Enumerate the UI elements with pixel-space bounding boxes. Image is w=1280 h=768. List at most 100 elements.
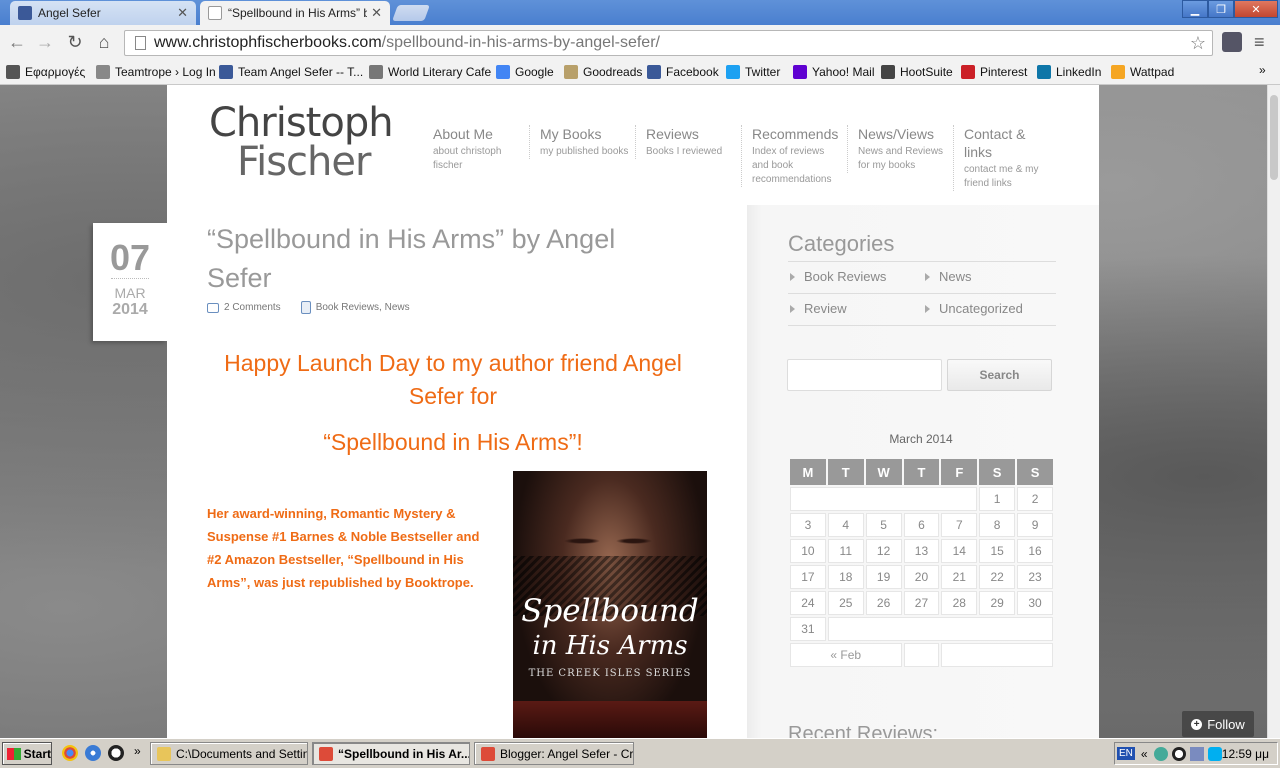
start-button[interactable]: Start	[2, 742, 52, 765]
restore-button[interactable]: ❐	[1208, 0, 1234, 18]
bookmark-item[interactable]: World Literary Cafe	[369, 63, 491, 81]
category-book-reviews[interactable]: Book Reviews	[790, 269, 886, 284]
windows-taskbar: Start » C:\Documents and Settin... “Spell…	[0, 738, 1280, 768]
sidebar: Categories Book Reviews News Review Unca…	[747, 205, 1099, 738]
plus-icon: +	[1191, 718, 1203, 730]
nav-news-views[interactable]: News/Views News and Reviews for my books	[847, 125, 947, 173]
bookmark-item[interactable]: LinkedIn	[1037, 63, 1101, 81]
extension-icon[interactable]	[1222, 32, 1242, 52]
google-icon	[496, 65, 510, 79]
calendar-prev-month-link[interactable]: « Feb	[790, 643, 902, 667]
category-uncategorized[interactable]: Uncategorized	[925, 301, 1023, 316]
address-bar[interactable]: www.christophfischerbooks.com/spellbound…	[124, 30, 1213, 56]
book-cover-image[interactable]: Spellbound in His Arms THE CREEK ISLES S…	[513, 471, 707, 738]
divider	[111, 278, 149, 279]
tray-overflow-button[interactable]: «	[1141, 747, 1148, 761]
page-scrollbar[interactable]	[1267, 85, 1280, 738]
star-icon[interactable]: ☆	[1190, 33, 1206, 54]
calendar-day: 15	[979, 539, 1016, 563]
category-news[interactable]: News	[925, 269, 972, 284]
bookmark-item[interactable]: Twitter	[726, 63, 780, 81]
calendar-day: 28	[941, 591, 978, 615]
comments-link[interactable]: 2 Comments	[224, 302, 281, 313]
taskbar-button[interactable]: C:\Documents and Settin...	[150, 742, 308, 765]
language-indicator[interactable]: EN	[1117, 747, 1135, 760]
calendar-day: 1	[979, 487, 1016, 511]
taskbar-button[interactable]: “Spellbound in His Ar...	[312, 742, 470, 765]
calendar-day: 26	[865, 591, 902, 615]
tab-angel-sefer[interactable]: Angel Sefer ✕	[10, 1, 196, 25]
bookmark-item[interactable]: Wattpad	[1111, 63, 1174, 81]
bookmark-item[interactable]: HootSuite	[881, 63, 953, 81]
new-tab-button[interactable]	[392, 5, 430, 21]
close-icon[interactable]: ✕	[371, 5, 382, 21]
calendar-weekday: T	[903, 459, 940, 485]
bookmark-item[interactable]: Google	[496, 63, 554, 81]
tab-spellbound[interactable]: “Spellbound in His Arms” by A ✕	[200, 1, 390, 25]
calendar-day: 14	[941, 539, 978, 563]
post-title[interactable]: “Spellbound in His Arms” by Angel Sefer	[207, 220, 687, 298]
nav-contact-links[interactable]: Contact & links contact me & my friend l…	[953, 125, 1043, 191]
facebook-icon	[18, 6, 32, 20]
folder-icon	[300, 301, 311, 314]
back-icon[interactable]: ←	[5, 30, 29, 54]
home-icon[interactable]: ⌂	[92, 30, 116, 54]
facebook-icon	[219, 65, 233, 79]
date-day: 07	[109, 237, 151, 278]
bookmark-item[interactable]: Goodreads	[564, 63, 642, 81]
calendar-day: 18	[827, 565, 864, 589]
nav-recommends[interactable]: Recommends Index of reviews and book rec…	[741, 125, 841, 187]
nav-subtitle: Index of reviews and book recommendation…	[752, 146, 832, 185]
window-close-button[interactable]: ✕	[1234, 0, 1278, 18]
network-icon[interactable]	[1153, 746, 1168, 761]
menu-icon[interactable]: ≡	[1254, 33, 1272, 51]
taskbar-button[interactable]: Blogger: Angel Sefer - Cr...	[474, 742, 634, 765]
quicklaunch-overflow-button[interactable]: »	[134, 744, 141, 758]
bookmark-item[interactable]: Εφαρμογές	[6, 63, 85, 81]
scrollbar-thumb[interactable]	[1270, 95, 1278, 180]
bookmarks-overflow-button[interactable]: »	[1259, 63, 1266, 77]
category-link-book-reviews[interactable]: Book Reviews	[316, 302, 379, 313]
monitor-icon[interactable]	[1189, 746, 1204, 761]
bookmark-item[interactable]: Facebook	[647, 63, 719, 81]
bookmark-item[interactable]: Teamtrope › Log In	[96, 63, 216, 81]
bookmark-item[interactable]: Pinterest	[961, 63, 1027, 81]
antivirus-icon[interactable]	[1171, 746, 1186, 761]
nav-title: Recommends	[752, 126, 839, 142]
bookmark-label: Twitter	[745, 65, 781, 79]
cover-title-line2: in His Arms	[532, 631, 688, 661]
panda-icon[interactable]	[108, 745, 124, 761]
forward-icon[interactable]: →	[33, 30, 57, 54]
bookmarks-bar: Εφαρμογές Teamtrope › Log In Team Angel Se…	[0, 60, 1280, 85]
close-icon[interactable]: ✕	[177, 5, 188, 21]
calendar: MTWTFSS 1 2 3 4 5 6 7 8 9 10 11 12 13 14 15 16 17 18 19 20 2…	[788, 457, 1055, 669]
bookmark-label: Google	[515, 65, 554, 79]
site-logo-line2[interactable]: Fischer	[237, 139, 371, 185]
nav-reviews[interactable]: Reviews Books I reviewed	[635, 125, 735, 159]
wattpad-icon	[1111, 65, 1125, 79]
calendar-weekday: F	[941, 459, 978, 485]
calendar-day: 22	[979, 565, 1016, 589]
nav-about-me[interactable]: About Me about christoph fischer	[423, 125, 523, 173]
nav-my-books[interactable]: My Books my published books	[529, 125, 629, 159]
chrome-icon[interactable]	[62, 745, 78, 761]
reload-icon[interactable]: ↻	[63, 30, 87, 54]
category-link-news[interactable]: News	[385, 302, 410, 313]
skype-icon[interactable]	[1207, 746, 1222, 761]
minimize-button[interactable]: ▁	[1182, 0, 1208, 18]
bookmark-label: Pinterest	[980, 65, 1028, 79]
calendar-weekday: S	[979, 459, 1016, 485]
clock: 12:59 μμ	[1221, 747, 1269, 761]
follow-button[interactable]: + Follow	[1182, 711, 1254, 737]
recent-reviews-title: Recent Reviews:	[788, 723, 939, 738]
nav-subtitle: my published books	[540, 146, 629, 157]
bookmark-item[interactable]: Team Angel Sefer -- T...	[219, 63, 363, 81]
internet-explorer-icon[interactable]	[85, 745, 101, 761]
category-review[interactable]: Review	[790, 301, 847, 316]
bookmark-item[interactable]: Yahoo! Mail	[793, 63, 874, 81]
search-input[interactable]	[787, 359, 942, 391]
calendar-day: 2	[1017, 487, 1053, 511]
tab-label: “Spellbound in His Arms” by A	[228, 6, 368, 20]
search-button[interactable]: Search	[947, 359, 1052, 391]
bookmark-label: Team Angel Sefer -- T...	[238, 65, 364, 79]
